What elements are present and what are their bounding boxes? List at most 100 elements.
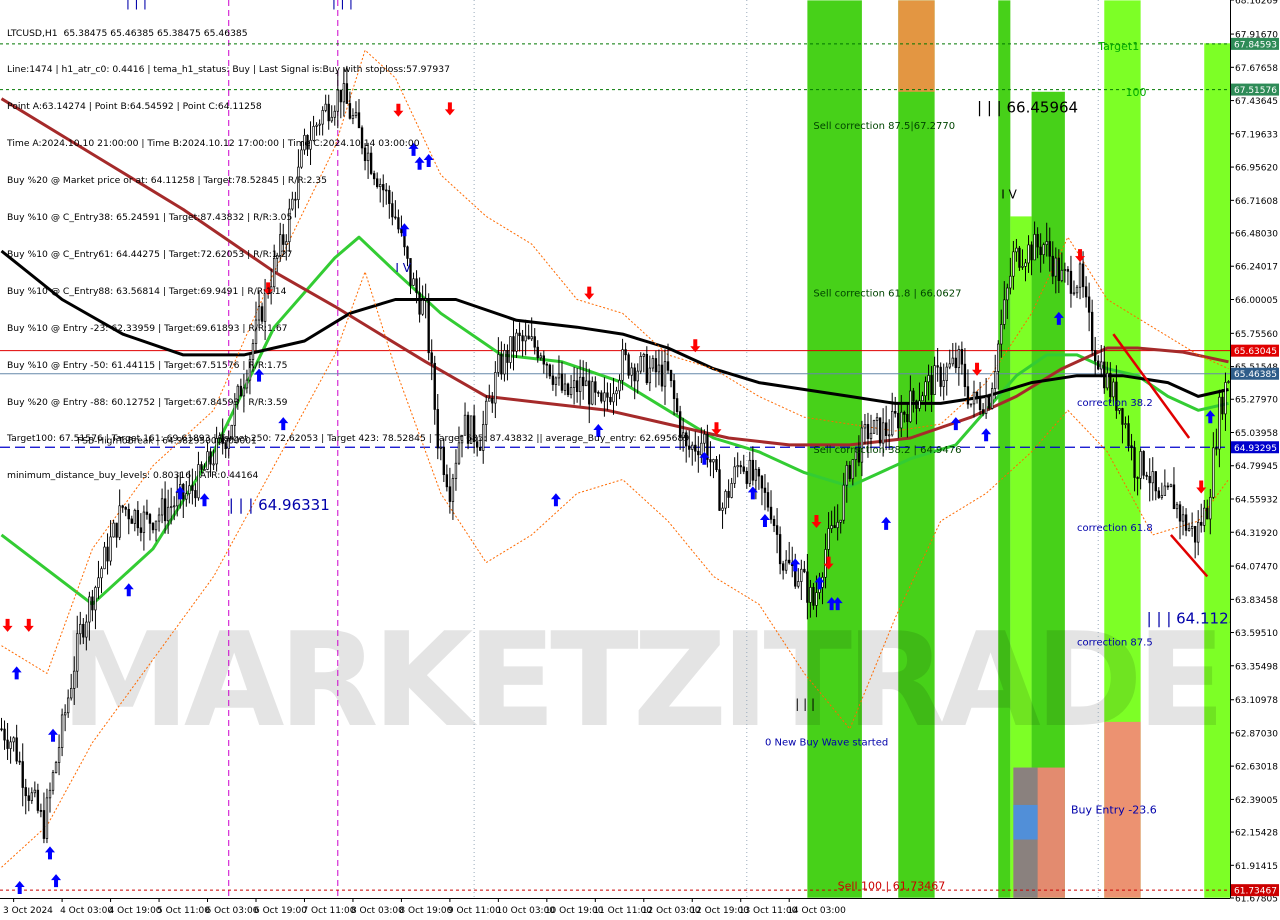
candle-body xyxy=(660,364,664,387)
candle-body xyxy=(21,761,24,788)
candle-body xyxy=(460,434,464,444)
time-tick-label: 3 Oct 2024 xyxy=(3,906,53,916)
candle-body xyxy=(575,380,579,392)
candle-body xyxy=(724,490,727,509)
chart-annotation: | | | xyxy=(332,0,353,10)
candle-body xyxy=(560,373,564,391)
candle-body xyxy=(194,490,197,499)
candle-body xyxy=(479,446,482,451)
time-tick-label: 4 Oct 19:00 xyxy=(109,906,162,916)
candle-body xyxy=(851,459,855,480)
candle-body xyxy=(206,451,209,470)
candle-body xyxy=(300,149,303,168)
signal-zone xyxy=(898,0,935,92)
candle-body xyxy=(88,596,91,623)
candle-body xyxy=(394,216,397,219)
candle-body xyxy=(485,400,488,425)
candle-body xyxy=(176,492,179,507)
candle-body xyxy=(439,446,442,449)
candle-body xyxy=(691,444,694,450)
candle-body xyxy=(987,396,991,409)
candle-body xyxy=(939,366,942,387)
trend-line xyxy=(1169,534,1209,578)
candle-body xyxy=(1133,447,1136,478)
candle-body xyxy=(491,397,494,404)
candle-body xyxy=(112,522,115,538)
candle-body xyxy=(963,363,967,388)
candle-body xyxy=(318,123,321,126)
candle-body xyxy=(1145,474,1148,477)
candle-body xyxy=(594,381,597,393)
candle-body xyxy=(648,367,652,384)
candle-body xyxy=(1193,525,1197,543)
candle-body xyxy=(451,478,455,502)
price-tick-label: 63.35498 xyxy=(1235,662,1278,672)
price-axis: 68.1626967.9167067.6765867.4364567.19633… xyxy=(0,0,1280,920)
candle-body xyxy=(248,359,252,381)
candle-body xyxy=(463,414,467,436)
price-tick-label: 64.31920 xyxy=(1235,529,1278,539)
candle-body xyxy=(694,444,697,452)
candle-body xyxy=(121,505,124,508)
candle-body xyxy=(418,292,421,315)
price-tick-label: 68.16269 xyxy=(1235,0,1278,7)
candle-body xyxy=(327,103,330,122)
candle-body xyxy=(276,254,279,259)
price-tick-label: 67.67658 xyxy=(1235,64,1278,74)
candle-body xyxy=(1003,299,1006,325)
candle-body xyxy=(833,525,836,529)
candle-body xyxy=(245,379,249,389)
candle-body xyxy=(803,568,806,573)
candle-body xyxy=(127,508,130,520)
candle-body xyxy=(869,432,873,439)
candle-body xyxy=(894,410,897,414)
chart-annotation: Target1 xyxy=(1097,40,1139,53)
time-tick-label: 14 Oct 03:00 xyxy=(787,906,846,916)
candle-body xyxy=(1215,447,1218,450)
candle-body xyxy=(585,380,588,387)
candle-body xyxy=(1203,507,1206,526)
buy-arrow-icon xyxy=(593,424,604,438)
candle-body xyxy=(563,383,567,391)
candle-body xyxy=(342,83,346,103)
candle-body xyxy=(1075,286,1079,294)
candle-body xyxy=(1066,269,1070,272)
candle-body xyxy=(830,525,833,529)
watermark-group: MARKETZITRADE xyxy=(60,604,1225,756)
candle-body xyxy=(1184,514,1188,531)
candle-body xyxy=(297,166,300,200)
candle-body xyxy=(372,173,376,180)
candle-body xyxy=(927,375,930,383)
candle-body xyxy=(760,475,764,489)
candle-body xyxy=(797,581,800,587)
candle-body xyxy=(642,353,645,357)
candle-body xyxy=(391,203,394,218)
candle-body xyxy=(445,474,449,488)
price-tick-label: 62.15428 xyxy=(1235,829,1278,839)
candle-body xyxy=(424,298,427,301)
candle-body xyxy=(669,369,673,381)
candle-body xyxy=(239,385,243,397)
candle-body xyxy=(572,380,576,388)
candle-body xyxy=(103,546,106,570)
chart-annotation: I V xyxy=(395,261,411,275)
candle-body xyxy=(784,559,788,571)
candle-body xyxy=(30,792,33,801)
candle-body xyxy=(94,587,97,611)
candle-body xyxy=(369,152,373,174)
candle-body xyxy=(545,363,549,366)
candle-body xyxy=(157,514,161,522)
candle-body xyxy=(309,139,312,150)
candle-body xyxy=(412,278,415,286)
candle-body xyxy=(527,335,530,340)
candle-body xyxy=(188,485,191,495)
sell-arrow-icon xyxy=(584,286,595,300)
candle-body xyxy=(600,392,603,402)
chart-annotation: Sell 100 | 61.73467 xyxy=(838,879,946,892)
candle-body xyxy=(954,357,958,369)
candle-body xyxy=(1130,445,1133,448)
candle-body xyxy=(200,464,203,470)
price-tick-label: 67.19633 xyxy=(1235,130,1278,140)
candle-body xyxy=(515,332,518,352)
candle-body xyxy=(360,127,364,149)
